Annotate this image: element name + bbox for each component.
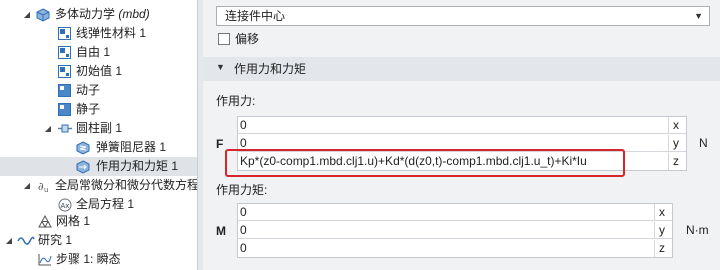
annotation-highlight-box xyxy=(225,149,625,177)
collapse-arrow-icon[interactable]: ◢ xyxy=(22,176,32,195)
moment-symbol: M xyxy=(216,224,226,238)
force-unit: N xyxy=(699,136,708,150)
tree-item-study[interactable]: ◢ 研究 1 xyxy=(0,231,197,250)
tree-item-initial-values[interactable]: 初始值 1 xyxy=(0,62,197,81)
offset-checkbox[interactable] xyxy=(218,33,230,45)
point-selection-dropdown[interactable]: 连接件中心 ▼ xyxy=(216,6,710,26)
force-x-component: x xyxy=(668,117,686,134)
applied-force-icon xyxy=(76,160,90,174)
tree-item-stator[interactable]: 静子 xyxy=(0,100,197,119)
tree-item-mover[interactable]: 动子 xyxy=(0,81,197,100)
moment-label: 作用力矩: xyxy=(216,183,268,197)
multibody-icon xyxy=(36,8,50,22)
ode-icon: ∂ u xyxy=(37,179,50,194)
moment-x-component: x xyxy=(654,204,672,221)
constraint-icon xyxy=(58,46,71,59)
svg-text:u: u xyxy=(44,186,48,193)
moment-unit: N·m xyxy=(686,223,709,237)
tree-item-multibody-dynamics[interactable]: ◢ 多体动力学 (mbd) xyxy=(0,5,197,24)
global-equation-icon: Ax xyxy=(58,198,72,212)
tree-item-time-dependent-step[interactable]: 步骤 1: 瞬态 xyxy=(0,250,197,269)
section-header-forces-moments[interactable]: ▼ 作用力和力矩 xyxy=(203,57,720,81)
time-step-icon xyxy=(38,253,52,266)
svg-text:Ax: Ax xyxy=(61,202,70,210)
domain-icon xyxy=(58,84,71,97)
moment-y-field[interactable]: 0 xyxy=(238,222,654,239)
tree-item-linear-elastic-material[interactable]: 线弹性材料 1 xyxy=(0,24,197,43)
force-y-component: y xyxy=(668,135,686,152)
force-symbol: F xyxy=(216,137,224,151)
moment-z-field[interactable]: 0 xyxy=(238,240,654,257)
moment-x-field[interactable]: 0 xyxy=(238,204,654,221)
force-z-component: z xyxy=(668,153,686,170)
settings-panel: 连接件中心 ▼ 偏移 ▼ 作用力和力矩 作用力: F 0 x 0 y Kp*(z… xyxy=(203,0,720,270)
tree-item-applied-force-moment[interactable]: 作用力和力矩 1 xyxy=(0,157,197,176)
moment-z-component: z xyxy=(654,240,672,257)
collapse-arrow-icon[interactable]: ◢ xyxy=(4,231,14,250)
initial-values-icon xyxy=(58,65,71,78)
model-tree: ◢ 多体动力学 (mbd) 线弹性材料 1 自由 1 初始值 1 动子 静子 ◢… xyxy=(0,0,198,270)
tree-item-mesh[interactable]: 网格 1 xyxy=(0,212,197,231)
tree-item-spring-damper[interactable]: 弹簧阻尼器 1 xyxy=(0,138,197,157)
material-icon xyxy=(58,27,71,40)
tree-item-free[interactable]: 自由 1 xyxy=(0,43,197,62)
mesh-icon xyxy=(38,214,52,229)
tree-item-label: 多体动力学 (mbd) xyxy=(55,7,150,21)
moment-table: 0 x 0 y 0 z xyxy=(237,203,673,258)
cylindrical-joint-icon xyxy=(58,122,72,135)
collapse-arrow-icon[interactable]: ◢ xyxy=(43,119,53,138)
study-icon xyxy=(17,234,35,247)
spring-damper-icon xyxy=(76,141,90,155)
tree-item-cylindrical-joint[interactable]: ◢ 圆柱副 1 xyxy=(0,119,197,138)
domain-icon xyxy=(58,103,71,116)
section-collapse-icon: ▼ xyxy=(216,62,225,72)
dropdown-arrow-icon: ▼ xyxy=(694,11,703,21)
force-label: 作用力: xyxy=(216,94,256,108)
tree-item-global-odes-daes[interactable]: ◢ ∂ u 全局常微分和微分代数方程 xyxy=(0,176,197,195)
force-x-field[interactable]: 0 xyxy=(238,117,668,134)
moment-y-component: y xyxy=(654,222,672,239)
collapse-arrow-icon[interactable]: ◢ xyxy=(22,5,32,24)
